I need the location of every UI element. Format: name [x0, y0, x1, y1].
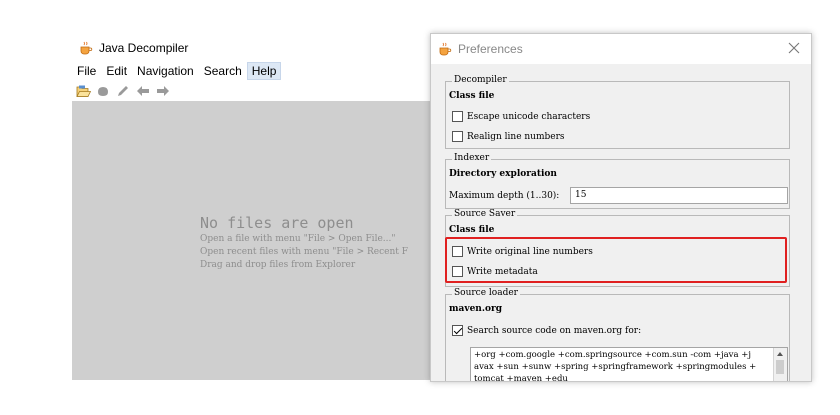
java-cup-icon	[80, 41, 93, 55]
open-folder-icon	[75, 85, 91, 97]
source-loader-group: Source loader maven.org Search source co…	[445, 288, 790, 382]
decompiler-legend: Decompiler	[452, 75, 509, 85]
indexer-subtitle: Directory exploration	[449, 169, 557, 179]
open-folder-button[interactable]	[75, 83, 91, 99]
empty-state-line: Open recent files with menu "File > Rece…	[200, 247, 408, 257]
main-titlebar: Java Decompiler	[72, 36, 432, 60]
menu-help[interactable]: Help	[246, 62, 282, 80]
filters-line: avax +sun +sunw +spring +springframework…	[474, 362, 757, 372]
decompiler-group: Decompiler Class file Escape unicode cha…	[445, 75, 790, 149]
preferences-title: Preferences	[458, 42, 523, 56]
source-loader-subtitle: maven.org	[449, 304, 503, 314]
preferences-dialog: Preferences Decompiler Class file Escape…	[430, 33, 812, 382]
realign-lines-label: Realign line numbers	[467, 131, 565, 142]
edit-button[interactable]	[115, 83, 131, 99]
menu-navigation[interactable]: Navigation	[132, 62, 199, 80]
arrow-left-icon	[137, 86, 149, 96]
menu-search[interactable]: Search	[199, 62, 247, 80]
max-depth-label: Maximum depth (1..30):	[449, 191, 560, 201]
escape-unicode-label: Escape unicode characters	[467, 111, 591, 122]
source-loader-legend: Source loader	[452, 288, 520, 298]
back-button[interactable]	[135, 83, 151, 99]
close-icon[interactable]	[787, 41, 801, 55]
main-window-title: Java Decompiler	[99, 41, 189, 55]
menubar: File Edit Navigation Search Help	[72, 61, 432, 81]
indexer-legend: Indexer	[452, 153, 492, 163]
filters-line: tomcat +maven +edu	[474, 374, 568, 382]
indexer-group: Indexer Directory exploration Maximum de…	[445, 153, 790, 209]
maven-filters-textarea[interactable]: +org +com.google +com.springsource +com.…	[470, 347, 788, 382]
filters-scrollbar[interactable]	[773, 348, 787, 381]
realign-lines-option[interactable]: Realign line numbers	[452, 131, 565, 142]
search-maven-label: Search source code on maven.org for:	[467, 325, 642, 336]
pen-icon	[118, 86, 128, 96]
escape-unicode-option[interactable]: Escape unicode characters	[452, 111, 590, 122]
hand-icon	[98, 87, 108, 96]
toolbar	[72, 82, 432, 100]
source-saver-legend: Source Saver	[452, 209, 518, 219]
decompiler-subtitle: Class file	[449, 91, 495, 101]
preferences-titlebar: Preferences	[431, 34, 811, 64]
escape-unicode-checkbox[interactable]	[452, 111, 463, 122]
max-depth-row: Maximum depth (1..30):	[449, 191, 559, 201]
max-depth-input[interactable]: 15	[570, 187, 788, 204]
menu-file[interactable]: File	[72, 62, 101, 80]
java-cup-icon	[439, 42, 452, 56]
realign-lines-checkbox[interactable]	[452, 131, 463, 142]
search-maven-option[interactable]: Search source code on maven.org for:	[452, 325, 641, 336]
content-area: No files are open Open a file with menu …	[72, 101, 432, 380]
forward-button[interactable]	[155, 83, 171, 99]
search-maven-checkbox[interactable]	[452, 325, 463, 336]
empty-state-line: Open a file with menu "File > Open File.…	[200, 234, 396, 244]
highlight-annotation	[445, 237, 787, 283]
main-window: Java Decompiler File Edit Navigation Sea…	[72, 36, 432, 380]
menu-edit[interactable]: Edit	[101, 62, 132, 80]
source-saver-subtitle: Class file	[449, 225, 495, 235]
filters-line: +org +com.google +com.springsource +com.…	[474, 350, 751, 360]
empty-state-title: No files are open	[200, 214, 354, 232]
empty-state-line: Drag and drop files from Explorer	[200, 260, 356, 270]
cut-button[interactable]	[95, 83, 111, 99]
scroll-thumb[interactable]	[776, 360, 784, 374]
arrow-right-icon	[157, 86, 169, 96]
scroll-up-icon[interactable]	[777, 352, 783, 356]
